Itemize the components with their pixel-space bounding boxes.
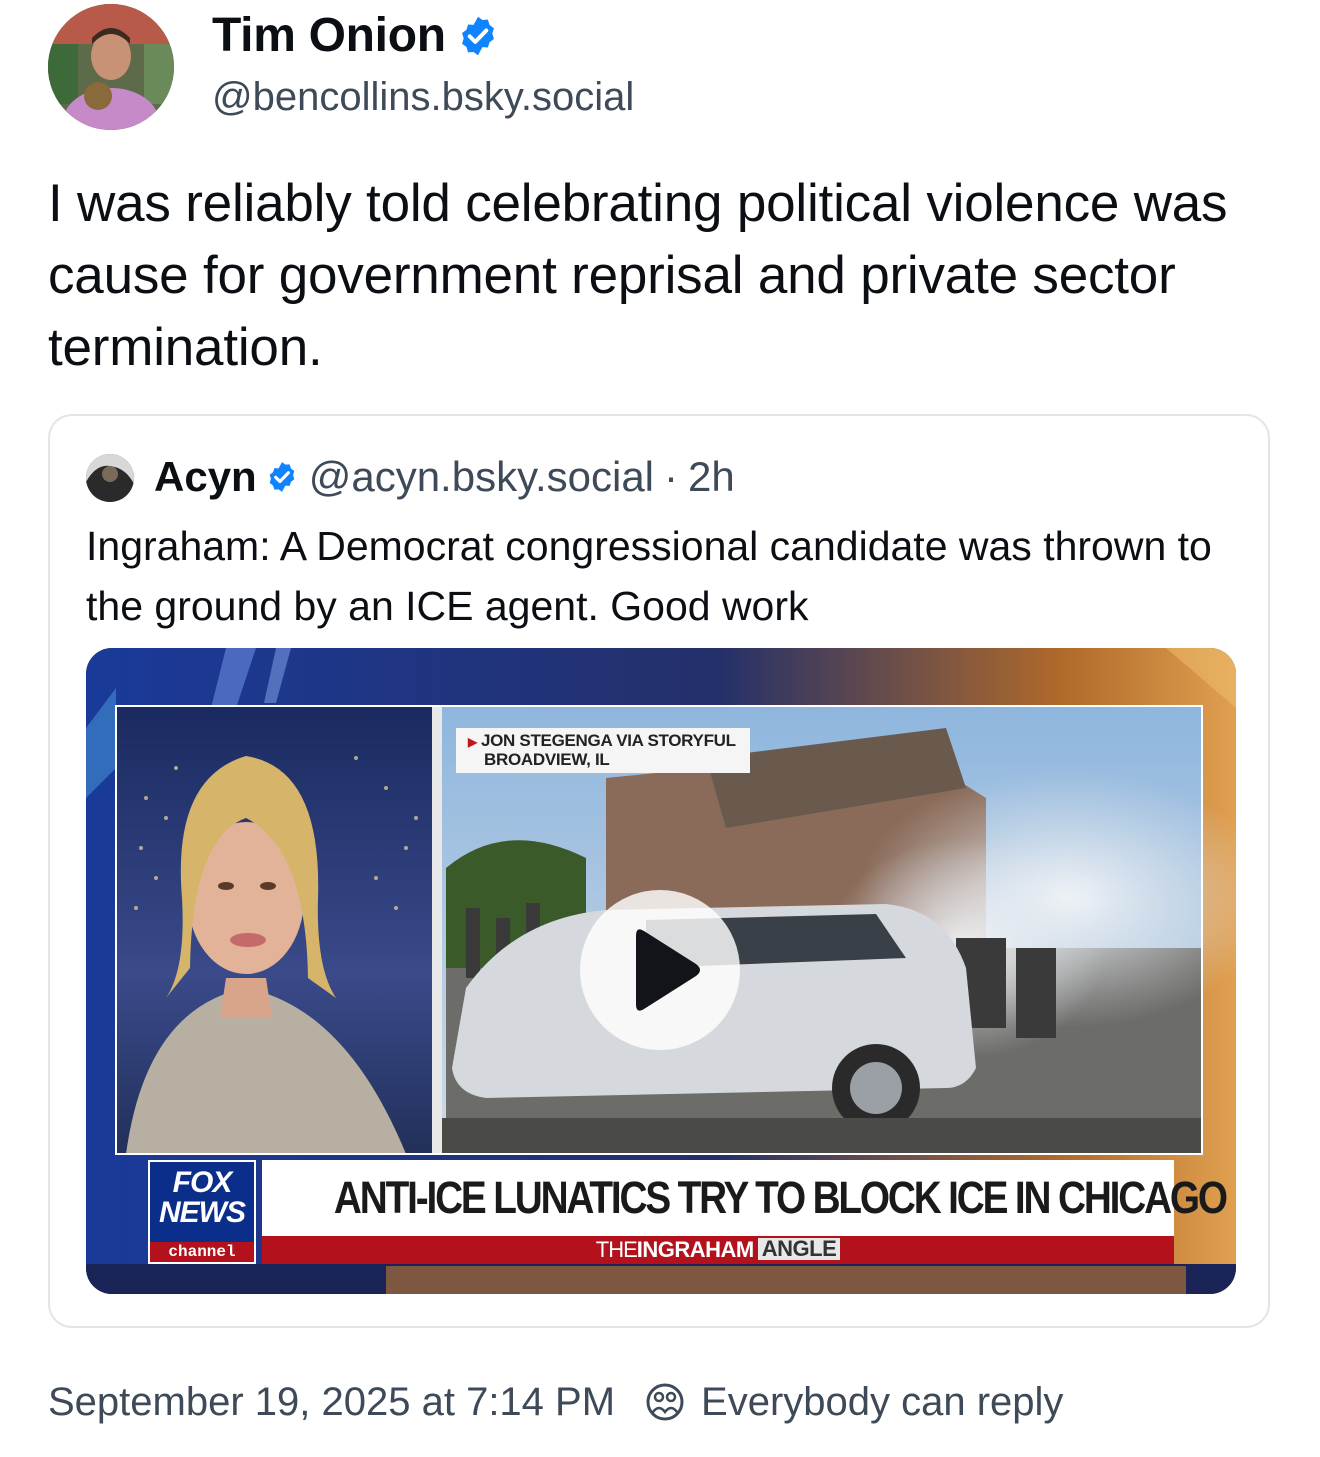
reply-setting-label[interactable]: Everybody can reply: [701, 1376, 1063, 1428]
verified-badge-icon: [269, 462, 295, 492]
quoted-author-avatar[interactable]: [86, 454, 134, 502]
show-prefix: THE: [595, 1237, 638, 1262]
quoted-author-display-name[interactable]: Acyn: [154, 450, 257, 504]
reply-settings-icon: [646, 1383, 684, 1421]
post-timestamp[interactable]: September 19, 2025 at 7:14 PM: [48, 1376, 615, 1428]
video-source-credit: ▶ JON STEGENGA VIA STORYFUL BROADVIEW, IL: [456, 728, 750, 773]
post-text: I was reliably told celebrating politica…: [48, 174, 1228, 377]
author-handle[interactable]: @bencollins.bsky.social: [212, 72, 634, 122]
author-display-name[interactable]: Tim Onion: [212, 8, 446, 64]
show-suffix: ANGLE: [757, 1238, 841, 1260]
logo-fox: FOX: [172, 1166, 233, 1199]
quoted-author-handle[interactable]: @acyn.bsky.social: [309, 450, 654, 504]
news-chyron-headline: ANTI-ICE LUNATICS TRY TO BLOCK ICE IN CH…: [262, 1160, 1228, 1236]
meta-separator: ·: [664, 453, 679, 500]
verified-badge-icon: [461, 16, 494, 56]
news-chyron-show: THEINGRAHAM ANGLE: [262, 1236, 1174, 1264]
author-avatar[interactable]: [48, 4, 174, 130]
quoted-post-text: Ingraham: A Democrat congressional candi…: [86, 523, 1212, 629]
play-icon: [636, 929, 700, 1011]
play-button[interactable]: [580, 890, 740, 1050]
quoted-post-header: Acyn @acyn.bsky.social · 2h: [154, 450, 735, 504]
quoted-post-card[interactable]: Acyn @acyn.bsky.social · 2h Ingraham: A …: [48, 414, 1270, 1328]
quoted-post-age[interactable]: 2h: [688, 450, 735, 504]
video-player[interactable]: ▶ JON STEGENGA VIA STORYFUL BROADVIEW, IL…: [86, 648, 1236, 1294]
fox-news-logo: FOX NEWS channel: [148, 1160, 256, 1264]
logo-channel: channel: [150, 1242, 254, 1262]
author-display-name-row[interactable]: Tim Onion: [212, 8, 500, 64]
post-footer: September 19, 2025 at 7:14 PM Everybody …: [48, 1376, 1063, 1428]
logo-news: NEWS: [159, 1196, 246, 1229]
show-name: INGRAHAM: [636, 1237, 755, 1262]
credit-line-source: JON STEGENGA VIA STORYFUL: [480, 731, 736, 750]
credit-line-location: BROADVIEW, IL: [484, 750, 610, 769]
